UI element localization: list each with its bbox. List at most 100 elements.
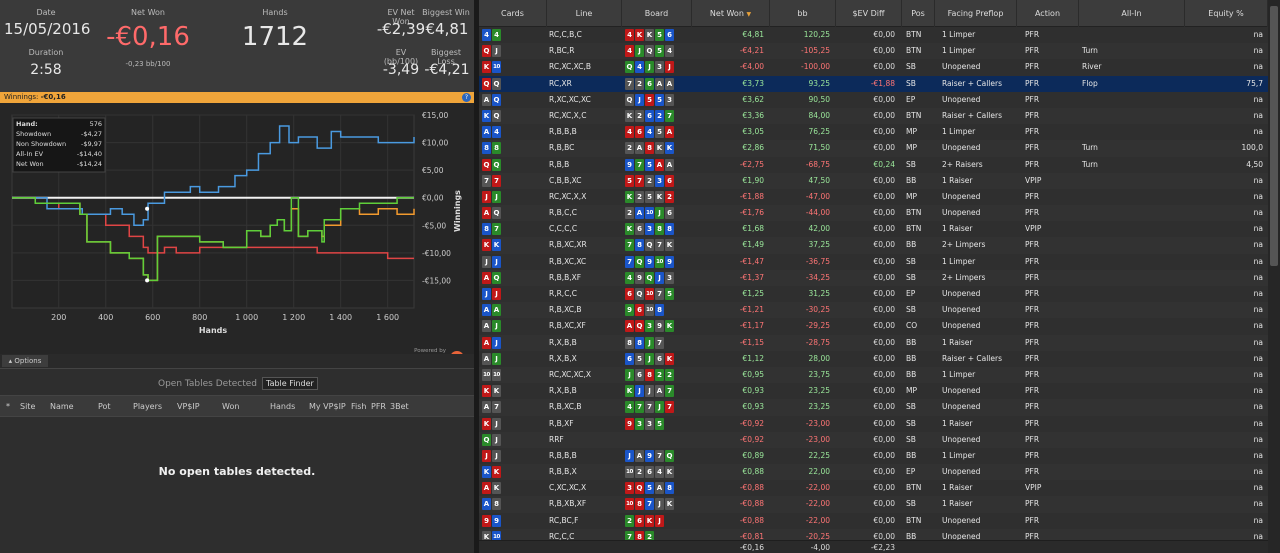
ot-col-site[interactable]: Site — [20, 402, 35, 411]
cell-line: R,B,XC,XC — [549, 256, 587, 266]
date-label: Date — [36, 8, 56, 17]
playing-card: 5 — [655, 126, 664, 139]
cell-board: 975AA — [625, 157, 691, 173]
table-row[interactable]: J J R,B,XC,XC 7 Q 9 10 9 -€1,47 -36,75 €0,00 SB 1 Li… — [479, 254, 1268, 270]
col-cards[interactable]: Cards — [479, 0, 547, 27]
ot-col-name[interactable]: Name — [50, 402, 74, 411]
col-pos[interactable]: Pos — [902, 0, 935, 27]
table-row[interactable]: K 10 RC,C,C 7 8 2 -€0,81 -20,25 €0,00 BB Unopened P… — [479, 528, 1268, 540]
playing-card: 9 — [625, 304, 634, 317]
cell-board: 10 2 6 4 K — [625, 464, 691, 480]
table-row[interactable]: J J R,B,B,B J A 9 7 Q €0,89 22,25 €0,00 BB 1 Limper P… — [479, 448, 1268, 464]
table-row[interactable]: 9 9 RC,BC,F 2 6 K J -€0,88 -22,00 €0,00 BTN Unopene… — [479, 513, 1268, 529]
table-row[interactable]: K 10 RC,XC,XC,B Q 4 J 3 J -€4,00 -100,00 €0,00 SB Un… — [479, 59, 1268, 75]
playing-card: K — [665, 352, 674, 365]
table-row[interactable]: J J RC,XC,X,X K 2 5 K 2 -€1,88 -47,00 €0,00 MP Unope… — [479, 189, 1268, 205]
playing-card: A — [635, 142, 644, 155]
playing-card: Q — [482, 158, 491, 171]
table-row[interactable]: A J R,X,B,X 6 5 J 6 K €1,12 28,00 €0,00 BB Raiser + … — [479, 351, 1268, 367]
playing-card: 5 — [645, 93, 654, 106]
cell-net: -€0,81 — [739, 531, 764, 540]
table-row[interactable]: Q Q RC,XR 7 2 6 A A €3,73 93,25 -€1,88 SB Raiser + C… — [479, 75, 1268, 92]
ot-col-won[interactable]: Won — [222, 402, 239, 411]
table-row[interactable]: 10 10 RC,XC,XC,X J 6 8 2 2 €0,95 23,75 €0,00 BB 1 Li… — [479, 366, 1268, 384]
winnings-chart[interactable]: 200 400 600 800 1 000 1 200 1 400 1 600 €15,00 €1… — [0, 103, 474, 368]
playing-card: K — [625, 109, 634, 122]
playing-card: 8 — [655, 223, 664, 236]
col-facing[interactable]: Facing Preflop — [935, 0, 1017, 27]
vertical-scrollbar[interactable] — [1268, 0, 1280, 553]
ot-col-star[interactable]: * — [6, 402, 10, 411]
ot-col-fish[interactable]: Fish — [351, 402, 366, 411]
cell-ev: €0,00 — [873, 30, 895, 39]
cell-facing: 1 Limper — [942, 256, 976, 266]
playing-card: J — [482, 255, 491, 268]
table-row[interactable]: A J R,B,XC,XF A Q 3 9 K -€1,17 -29,25 €0,00 CO Unope… — [479, 318, 1268, 334]
scrollbar-thumb[interactable] — [1270, 6, 1278, 266]
table-row[interactable]: J J R,R,C,C 6 Q 10 7 5 €1,25 31,25 €0,00 EP Unopened… — [479, 286, 1268, 302]
table-row[interactable]: A 4 R,B,B,B 4 6 4 5 A €3,05 76,25 €0,00 MP 1 Limper P… — [479, 124, 1268, 140]
cell-facing: 1 Raiser — [942, 499, 973, 509]
col-line[interactable]: Line — [547, 0, 622, 27]
cell-action: PFR — [1025, 208, 1040, 218]
cell-cards: JJ — [482, 286, 546, 302]
cell-line: RC,XC,XC,X — [549, 369, 592, 379]
table-row[interactable]: K K R,B,B,X 10 2 6 4 K €0,88 22,00 €0,00 EP Unopened… — [479, 464, 1268, 481]
table-row[interactable]: 8 8 R,B,BC 2 A 8 K K €2,86 71,50 €0,00 MP Unopened PF… — [479, 140, 1268, 157]
ot-col-pfr[interactable]: PFR — [371, 402, 386, 411]
table-row[interactable]: A 8 R,B,XB,XF 10 8 7 J K -€0,88 -22,00 €0,00 SB 1 Ra… — [479, 496, 1268, 513]
table-row[interactable]: K Q RC,XC,X,C K 2 6 2 7 €3,36 84,00 €0,00 BTN Raiser… — [479, 107, 1268, 125]
playing-card: 9 — [492, 514, 501, 527]
playing-card: A — [482, 304, 491, 317]
cell-facing: Unopened — [942, 515, 981, 525]
cell-cards: A4 — [482, 124, 546, 140]
cell-eq: na — [1253, 418, 1263, 428]
playing-card: J — [482, 449, 491, 462]
playing-card: 5 — [655, 93, 664, 106]
playing-card: 8 — [482, 223, 491, 236]
table-row[interactable]: A Q R,B,B,XF 4 9 Q J 3 -€1,37 -34,25 €0,00 SB 2+ Lim… — [479, 269, 1268, 286]
col-evdiff[interactable]: $EV Diff — [836, 0, 902, 27]
ot-col-vpip[interactable]: VP$IP — [177, 402, 200, 411]
cell-net: -€0,88 — [739, 515, 764, 525]
ot-col-pot[interactable]: Pot — [98, 402, 111, 411]
playing-card: 6 — [645, 109, 654, 122]
table-row[interactable]: A Q R,XC,XC,XC Q J 5 5 3 €3,62 90,50 €0,00 EP Unopen… — [479, 92, 1268, 108]
playing-card: J — [492, 45, 501, 58]
ot-col-myvpip[interactable]: My VP$IP — [309, 402, 346, 411]
table-row[interactable]: A J R,X,B,B 8 8 J 7 -€1,15 -28,75 €0,00 BB 1 Raiser… — [479, 334, 1268, 351]
playing-card: K — [655, 190, 664, 203]
table-row[interactable]: A K C,XC,XC,X 3 Q 5 A 8 -€0,88 -22,00 €0,00 BTN 1 Ra… — [479, 480, 1268, 496]
table-row[interactable]: A 7 R,B,XC,B 4 7 7 J 7 €0,93 23,25 €0,00 SB Unopened… — [479, 399, 1268, 416]
ot-col-players[interactable]: Players — [133, 402, 162, 411]
table-row[interactable]: Q J R,BC,R 4 J Q 5 4 -€4,21 -105,25 €0,00 BTN 1 Limp… — [479, 43, 1268, 60]
options-button[interactable]: ▴ Options — [2, 355, 48, 367]
col-equity[interactable]: Equity % — [1185, 0, 1268, 27]
table-row[interactable]: 4 4 RC,C,B,C 4 K K 5 6 €4,81 120,25 €0,00 BTN 1 Limp… — [479, 27, 1268, 43]
table-row[interactable]: A A R,B,XC,B 9 6 10 8 -€1,21 -30,25 €0,00 SB Unopen… — [479, 302, 1268, 319]
table-row[interactable]: Q J RRF -€0,92 -23,00 €0,00 SB Unopened PFR na — [479, 431, 1268, 448]
ot-col-hands[interactable]: Hands — [270, 402, 295, 411]
playing-card: 6 — [625, 288, 634, 300]
col-board[interactable]: Board — [622, 0, 692, 27]
col-netwon[interactable]: Net Won ▼ — [692, 0, 770, 27]
ot-col-3bet[interactable]: 3Bet — [390, 402, 409, 411]
cell-line: R,XC,XC,XC — [549, 94, 591, 104]
table-row[interactable]: Q Q R,B,B 9 7 5 A A -€2,75 -68,75 €0,24 SB 2+ Raiser… — [479, 157, 1268, 173]
cell-board: K2627 — [625, 108, 691, 124]
table-row[interactable]: K J R,B,XF 9 3 3 5 -€0,92 -23,00 €0,00 SB 1 Raiser P… — [479, 416, 1268, 432]
table-row[interactable]: K K R,X,B,B K J J A 7 €0,93 23,25 €0,00 MP Unopened P… — [479, 383, 1268, 399]
table-row[interactable]: 7 7 C,B,B,XC 5 7 2 3 6 €1,90 47,50 €0,00 BB 1 Raiser… — [479, 172, 1268, 189]
table-row[interactable]: K K R,B,XC,XR 7 8 Q 7 K €1,49 37,25 €0,00 BB 2+ Limp… — [479, 237, 1268, 254]
help-icon[interactable]: ? — [462, 93, 471, 102]
cell-board: 49QJ3 — [625, 270, 691, 286]
table-row[interactable]: 8 7 C,C,C,C K 6 3 8 8 €1,68 42,00 €0,00 BTN 1 Raiser… — [479, 221, 1268, 237]
col-bb[interactable]: bb — [770, 0, 836, 27]
cell-action: PFR — [1025, 337, 1040, 347]
table-row[interactable]: A Q R,B,C,C 2 A 10 J 6 -€1,76 -44,00 €0,00 BTN Unope… — [479, 205, 1268, 222]
col-allin[interactable]: All-In — [1079, 0, 1185, 27]
cell-bb: 120,25 — [803, 30, 830, 39]
table-finder-button[interactable]: Table Finder — [262, 377, 318, 390]
col-action[interactable]: Action — [1017, 0, 1079, 27]
cell-eq: 100,0 — [1241, 143, 1263, 153]
